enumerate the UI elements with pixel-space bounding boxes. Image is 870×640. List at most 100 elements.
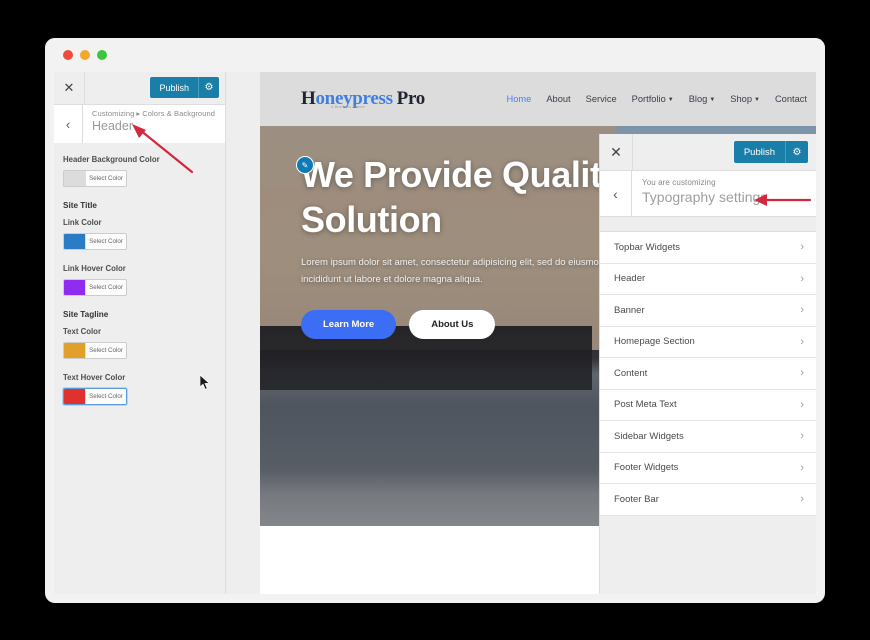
- color-swatch: [64, 389, 85, 404]
- screenshot-root: ✕ Publish ⚙ ‹ Customizing ▸ Colors & Backg…: [0, 0, 870, 640]
- nav-label: Service: [585, 94, 617, 104]
- chevron-right-icon: ›: [800, 430, 804, 443]
- close-icon[interactable]: ✕: [54, 72, 85, 104]
- learn-more-button[interactable]: Learn More: [301, 310, 397, 339]
- field-label-link-color: Link Color: [63, 218, 102, 227]
- brand-part-3: Pro: [396, 88, 426, 109]
- list-tail-spacer: [600, 515, 816, 546]
- chevron-right-icon: ›: [800, 335, 804, 348]
- right-panel-header: ‹ You are customizing Typography setting…: [600, 171, 816, 217]
- minimize-window-button[interactable]: [80, 50, 90, 60]
- nav-item-service[interactable]: Service: [586, 94, 617, 104]
- nav-label: Shop: [730, 94, 752, 104]
- nav-item-blog[interactable]: Blog ▼: [689, 94, 716, 104]
- select-color-button[interactable]: Select Color: [85, 280, 126, 295]
- color-swatch: [64, 343, 85, 358]
- list-item-homepage-section[interactable]: Homepage Section ›: [600, 326, 816, 358]
- list-item-label: Sidebar Widgets: [614, 430, 684, 442]
- left-panel-body: Header Background Color Select Color Sit…: [54, 143, 225, 594]
- chevron-down-icon: ▼: [709, 97, 716, 103]
- chevron-right-icon: ›: [800, 304, 804, 317]
- close-icon[interactable]: ✕: [600, 134, 633, 170]
- left-panel-header-texts: Customizing ▸ Colors & Background Header: [83, 105, 225, 143]
- site-logo[interactable]: Honeypress Pro A Business Theme: [301, 88, 425, 110]
- color-swatch: [64, 280, 85, 295]
- about-us-button[interactable]: About Us: [409, 310, 496, 339]
- list-item-header[interactable]: Header ›: [600, 263, 816, 295]
- left-publish-group: Publish ⚙: [150, 77, 219, 98]
- site-tagline: A Business Theme: [331, 105, 365, 109]
- gear-icon[interactable]: ⚙: [785, 141, 808, 163]
- list-item-label: Homepage Section: [614, 336, 695, 348]
- maximize-window-button[interactable]: [97, 50, 107, 60]
- color-picker-text-color[interactable]: Select Color: [63, 342, 127, 359]
- back-chevron-icon[interactable]: ‹: [600, 171, 632, 216]
- left-panel-topbar: ✕ Publish ⚙: [54, 72, 225, 105]
- list-item-label: Header: [614, 273, 646, 285]
- select-color-button[interactable]: Select Color: [85, 171, 126, 186]
- pencil-edit-icon[interactable]: ✎: [296, 156, 314, 174]
- breadcrumb-separator: ▸: [136, 109, 141, 118]
- nav-item-home[interactable]: Home: [507, 94, 532, 104]
- nav-item-contact[interactable]: Contact: [775, 94, 807, 104]
- right-panel-topbar: ✕ Publish ⚙: [600, 134, 816, 171]
- chevron-right-icon: ›: [800, 241, 804, 254]
- nav-label: Portfolio: [631, 94, 666, 104]
- color-picker-text-hover-color[interactable]: Select Color: [63, 388, 127, 405]
- list-item-topbar-widgets[interactable]: Topbar Widgets ›: [600, 232, 816, 264]
- color-picker-link-color[interactable]: Select Color: [63, 233, 127, 250]
- page-title: Typography settings: [642, 189, 768, 205]
- color-picker-link-hover-color[interactable]: Select Color: [63, 279, 127, 296]
- page-title: Header: [92, 119, 133, 133]
- list-item-content[interactable]: Content ›: [600, 358, 816, 390]
- list-item-post-meta-text[interactable]: Post Meta Text ›: [600, 389, 816, 421]
- chevron-down-icon: ▼: [754, 97, 760, 103]
- site-header: Honeypress Pro A Business Theme Home Abou…: [260, 72, 816, 126]
- list-item-label: Topbar Widgets: [614, 241, 681, 253]
- back-chevron-icon[interactable]: ‹: [54, 105, 83, 143]
- right-panel-header-texts: You are customizing Typography settings: [632, 171, 816, 216]
- list-item-footer-widgets[interactable]: Footer Widgets ›: [600, 452, 816, 484]
- select-color-button[interactable]: Select Color: [85, 343, 126, 358]
- list-item-label: Post Meta Text: [614, 399, 677, 411]
- group-label-site-tagline: Site Tagline: [63, 310, 109, 319]
- window-traffic-lights: [63, 50, 107, 60]
- field-label-link-hover-color: Link Hover Color: [63, 264, 126, 273]
- list-item-label: Content: [614, 367, 648, 379]
- typography-sections-list: Topbar Widgets › Header › Banner › Homep…: [600, 231, 816, 546]
- nav-item-portfolio[interactable]: Portfolio ▼: [632, 94, 674, 104]
- list-item-banner[interactable]: Banner ›: [600, 295, 816, 327]
- list-item-footer-bar[interactable]: Footer Bar ›: [600, 484, 816, 516]
- publish-button[interactable]: Publish: [733, 141, 785, 163]
- gear-icon[interactable]: ⚙: [198, 77, 219, 98]
- nav-label: Blog: [688, 94, 708, 104]
- close-window-button[interactable]: [63, 50, 73, 60]
- browser-window: ✕ Publish ⚙ ‹ Customizing ▸ Colors & Backg…: [45, 38, 825, 603]
- window-titlebar: [45, 38, 825, 72]
- list-item-label: Footer Bar: [614, 493, 659, 505]
- chevron-right-icon: ›: [800, 461, 804, 474]
- nav-item-about[interactable]: About: [546, 94, 570, 104]
- chevron-right-icon: ›: [800, 493, 804, 506]
- chevron-right-icon: ›: [800, 367, 804, 380]
- customizing-subtitle: You are customizing: [642, 178, 716, 187]
- browser-viewport: ✕ Publish ⚙ ‹ Customizing ▸ Colors & Backg…: [54, 72, 816, 594]
- site-navigation: Home About Service Portfolio ▼ Blog ▼ Sh…: [507, 94, 816, 104]
- breadcrumb-prefix: Customizing: [92, 109, 135, 118]
- right-publish-group: Publish ⚙: [733, 141, 808, 163]
- nav-item-shop[interactable]: Shop ▼: [730, 94, 760, 104]
- list-item-sidebar-widgets[interactable]: Sidebar Widgets ›: [600, 421, 816, 453]
- breadcrumb-section[interactable]: Colors & Background: [142, 109, 215, 118]
- select-color-button[interactable]: Select Color: [85, 389, 126, 404]
- chevron-right-icon: ›: [800, 398, 804, 411]
- list-item-label: Banner: [614, 304, 645, 316]
- publish-button[interactable]: Publish: [150, 77, 198, 98]
- select-color-button[interactable]: Select Color: [85, 234, 126, 249]
- nav-label: Home: [506, 94, 532, 104]
- nav-label: About: [546, 94, 571, 104]
- field-label-header-background-color: Header Background Color: [63, 155, 160, 164]
- brand-part-1: H: [301, 88, 316, 109]
- color-swatch: [64, 171, 85, 186]
- color-picker-header-background[interactable]: Select Color: [63, 170, 127, 187]
- field-label-text-color: Text Color: [63, 327, 101, 336]
